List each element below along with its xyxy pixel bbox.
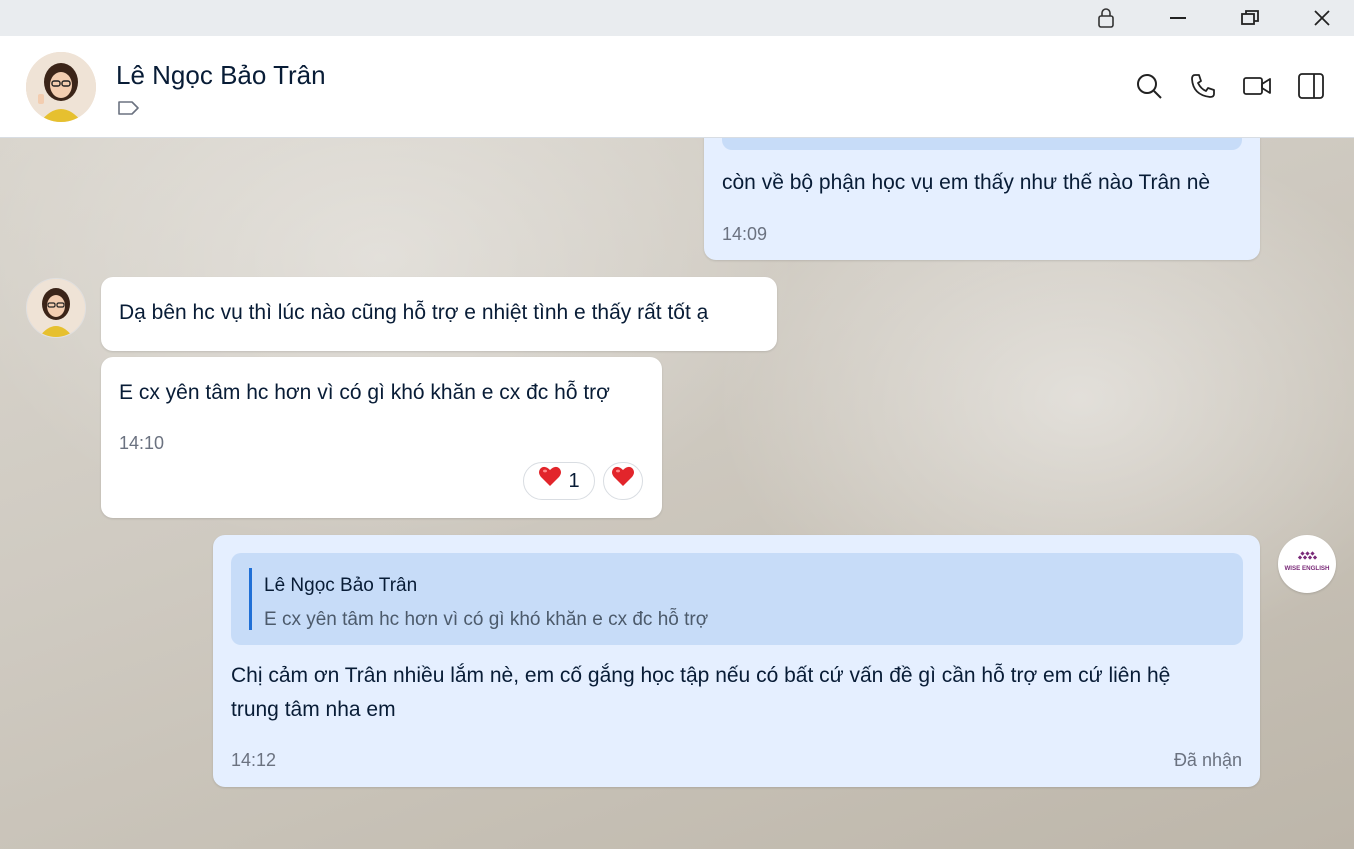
search-icon[interactable] [1131, 68, 1167, 104]
quote-bar [249, 568, 252, 630]
quote-author: Lê Ngọc Bảo Trân [264, 575, 418, 596]
quote-text: E cx yên tâm hc hơn vì có gì khó khăn e … [264, 609, 709, 630]
contact-name[interactable]: Lê Ngọc Bảo Trân [116, 60, 326, 91]
reaction-count-label: 1 [568, 469, 580, 492]
sidebar-toggle-icon[interactable] [1293, 68, 1329, 104]
sender-logo-avatar[interactable]: WISE ENGLISH [1278, 535, 1336, 593]
video-icon[interactable] [1239, 68, 1275, 104]
heart-icon [611, 465, 635, 498]
contact-avatar[interactable] [26, 52, 96, 122]
chat-header: Lê Ngọc Bảo Trân [0, 36, 1354, 138]
minimize-icon[interactable] [1150, 0, 1206, 36]
message-bubble-incoming[interactable]: E cx yên tâm hc hơn vì có gì khó khăn e … [101, 357, 662, 518]
message-time: 14:10 [119, 433, 165, 453]
message-text-line-2: trung tâm nha em [231, 698, 396, 721]
phone-icon[interactable] [1185, 68, 1221, 104]
message-text-line-1: Chị cảm ơn Trân nhiều lắm nè, em cố gắng… [231, 664, 1171, 687]
message-time: 14:12 [231, 750, 277, 770]
heart-icon [538, 465, 562, 498]
logo-text: WISE ENGLISH [1284, 565, 1330, 572]
message-text: E cx yên tâm hc hơn vì có gì khó khăn e … [119, 381, 610, 404]
message-text: Dạ bên hc vụ thì lúc nào cũng hỗ trợ e n… [119, 301, 709, 324]
lock-icon[interactable] [1078, 0, 1134, 36]
delivery-status: Đã nhận [1173, 750, 1242, 770]
quote-block [722, 138, 1242, 150]
sender-avatar[interactable] [26, 278, 86, 338]
message-bubble-outgoing[interactable]: Lê Ngọc Bảo Trân E cx yên tâm hc hơn vì … [213, 535, 1260, 787]
message-bubble-incoming[interactable]: Dạ bên hc vụ thì lúc nào cũng hỗ trợ e n… [101, 277, 777, 351]
message-list[interactable]: còn về bộ phận học vụ em thấy như thế nà… [0, 138, 1354, 849]
quote-block[interactable]: Lê Ngọc Bảo Trân E cx yên tâm hc hơn vì … [231, 553, 1243, 645]
tag-icon[interactable] [117, 99, 141, 117]
add-reaction-button[interactable] [603, 462, 643, 500]
restore-icon[interactable] [1222, 0, 1278, 36]
window-titlebar [0, 0, 1354, 36]
message-text: còn về bộ phận học vụ em thấy như thế nà… [722, 171, 1211, 194]
message-bubble-outgoing[interactable]: còn về bộ phận học vụ em thấy như thế nà… [704, 138, 1260, 260]
message-time: 14:09 [722, 224, 768, 244]
reaction-count[interactable]: 1 [523, 462, 595, 500]
close-icon[interactable] [1294, 0, 1350, 36]
